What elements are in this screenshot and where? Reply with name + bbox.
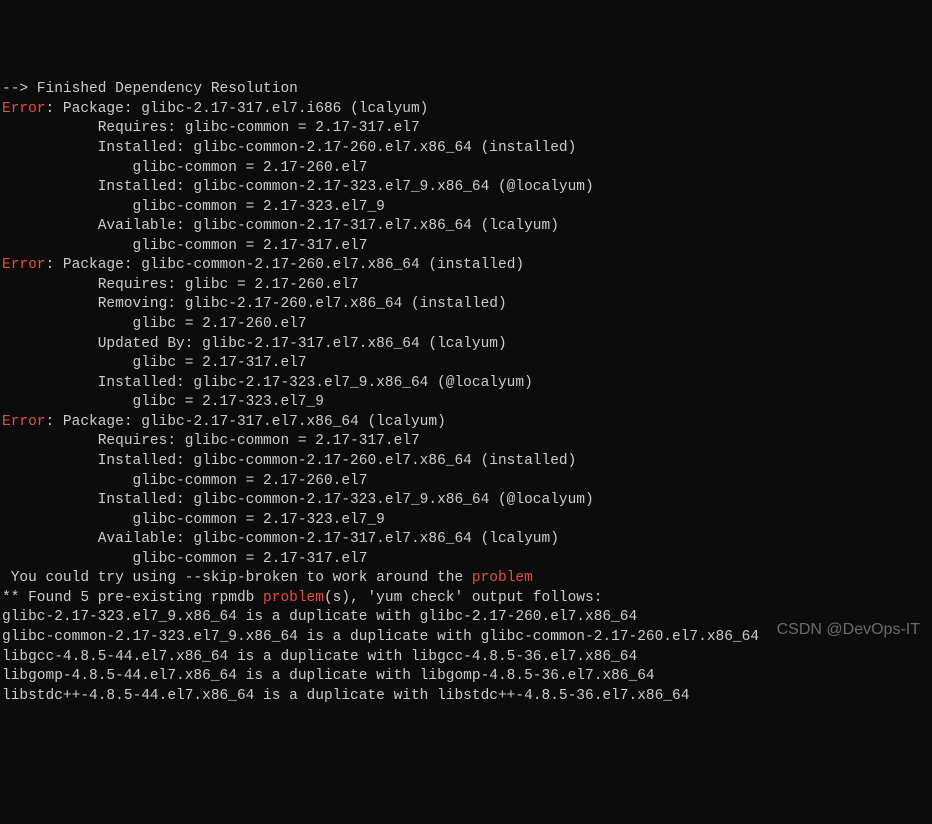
terminal-text-segment: glibc-common = 2.17-317.el7 xyxy=(2,551,367,567)
terminal-line: glibc-common = 2.17-260.el7 xyxy=(2,159,930,179)
terminal-line: glibc-common = 2.17-317.el7 xyxy=(2,550,930,570)
terminal-line: Installed: glibc-2.17-323.el7_9.x86_64 (… xyxy=(2,374,930,394)
terminal-line: Installed: glibc-common-2.17-323.el7_9.x… xyxy=(2,491,930,511)
terminal-text-segment: glibc-common = 2.17-260.el7 xyxy=(2,160,367,176)
terminal-text-segment: Updated By: glibc-2.17-317.el7.x86_64 (l… xyxy=(2,336,507,352)
terminal-text-segment: glibc-2.17-323.el7_9.x86_64 is a duplica… xyxy=(2,609,637,625)
terminal-text-segment: --> Finished Dependency Resolution xyxy=(2,81,298,97)
terminal-line: --> Finished Dependency Resolution xyxy=(2,80,930,100)
terminal-line: You could try using --skip-broken to wor… xyxy=(2,569,930,589)
terminal-text-segment: Installed: glibc-common-2.17-260.el7.x86… xyxy=(2,453,576,469)
terminal-text-segment: glibc-common-2.17-323.el7_9.x86_64 is a … xyxy=(2,629,759,645)
terminal-line: ** Found 5 pre-existing rpmdb problem(s)… xyxy=(2,589,930,609)
terminal-line: libgomp-4.8.5-44.el7.x86_64 is a duplica… xyxy=(2,667,930,687)
terminal-text-segment: glibc-common = 2.17-317.el7 xyxy=(2,238,367,254)
terminal-line: glibc-common = 2.17-317.el7 xyxy=(2,237,930,257)
terminal-output: --> Finished Dependency Resolution Error:… xyxy=(2,80,930,706)
terminal-text-segment: glibc = 2.17-323.el7_9 xyxy=(2,394,324,410)
terminal-text-segment: libgomp-4.8.5-44.el7.x86_64 is a duplica… xyxy=(2,668,655,684)
terminal-text-segment: You could try using --skip-broken to wor… xyxy=(2,570,472,586)
terminal-line: Installed: glibc-common-2.17-323.el7_9.x… xyxy=(2,178,930,198)
terminal-text-segment: Error xyxy=(2,414,46,430)
terminal-text-segment: problem xyxy=(472,570,533,586)
terminal-line: glibc-common = 2.17-323.el7_9 xyxy=(2,198,930,218)
terminal-line: Available: glibc-common-2.17-317.el7.x86… xyxy=(2,217,930,237)
terminal-text-segment: Available: glibc-common-2.17-317.el7.x86… xyxy=(2,218,559,234)
terminal-text-segment: Requires: glibc-common = 2.17-317.el7 xyxy=(2,433,420,449)
terminal-line: Updated By: glibc-2.17-317.el7.x86_64 (l… xyxy=(2,335,930,355)
terminal-line: Removing: glibc-2.17-260.el7.x86_64 (ins… xyxy=(2,295,930,315)
terminal-text-segment: Installed: glibc-2.17-323.el7_9.x86_64 (… xyxy=(2,375,533,391)
terminal-text-segment: glibc = 2.17-317.el7 xyxy=(2,355,307,371)
terminal-line: glibc = 2.17-323.el7_9 xyxy=(2,393,930,413)
terminal-text-segment: Error xyxy=(2,257,46,273)
terminal-text-segment: Installed: glibc-common-2.17-323.el7_9.x… xyxy=(2,179,594,195)
terminal-line: Error: Package: glibc-common-2.17-260.el… xyxy=(2,256,930,276)
terminal-text-segment: Available: glibc-common-2.17-317.el7.x86… xyxy=(2,531,559,547)
terminal-text-segment: ** Found 5 pre-existing rpmdb xyxy=(2,590,263,606)
terminal-text-segment: libstdc++-4.8.5-44.el7.x86_64 is a dupli… xyxy=(2,688,689,704)
terminal-text-segment: Requires: glibc-common = 2.17-317.el7 xyxy=(2,120,420,136)
terminal-text-segment: problem xyxy=(263,590,324,606)
terminal-line: glibc = 2.17-260.el7 xyxy=(2,315,930,335)
terminal-text-segment: glibc = 2.17-260.el7 xyxy=(2,316,307,332)
terminal-line: Available: glibc-common-2.17-317.el7.x86… xyxy=(2,530,930,550)
terminal-text-segment: glibc-common = 2.17-323.el7_9 xyxy=(2,512,385,528)
terminal-line: Error: Package: glibc-2.17-317.el7.x86_6… xyxy=(2,413,930,433)
terminal-text-segment: Installed: glibc-common-2.17-323.el7_9.x… xyxy=(2,492,594,508)
terminal-text-segment: glibc-common = 2.17-260.el7 xyxy=(2,473,367,489)
terminal-text-segment: (s), 'yum check' output follows: xyxy=(324,590,602,606)
watermark-text: CSDN @DevOps-IT xyxy=(777,619,920,641)
terminal-line: Error: Package: glibc-2.17-317.el7.i686 … xyxy=(2,100,930,120)
terminal-text-segment: Requires: glibc = 2.17-260.el7 xyxy=(2,277,359,293)
terminal-line: libgcc-4.8.5-44.el7.x86_64 is a duplicat… xyxy=(2,648,930,668)
terminal-text-segment: Removing: glibc-2.17-260.el7.x86_64 (ins… xyxy=(2,296,507,312)
terminal-text-segment: Error xyxy=(2,101,46,117)
terminal-line: Installed: glibc-common-2.17-260.el7.x86… xyxy=(2,139,930,159)
terminal-line: libstdc++-4.8.5-44.el7.x86_64 is a dupli… xyxy=(2,687,930,707)
terminal-line: glibc-common = 2.17-323.el7_9 xyxy=(2,511,930,531)
terminal-text-segment: glibc-common = 2.17-323.el7_9 xyxy=(2,199,385,215)
terminal-line: glibc-common = 2.17-260.el7 xyxy=(2,472,930,492)
terminal-line: glibc = 2.17-317.el7 xyxy=(2,354,930,374)
terminal-text-segment: : Package: glibc-2.17-317.el7.i686 (lcal… xyxy=(46,101,429,117)
terminal-text-segment: : Package: glibc-2.17-317.el7.x86_64 (lc… xyxy=(46,414,446,430)
terminal-line: Requires: glibc = 2.17-260.el7 xyxy=(2,276,930,296)
terminal-line: Installed: glibc-common-2.17-260.el7.x86… xyxy=(2,452,930,472)
terminal-text-segment: Installed: glibc-common-2.17-260.el7.x86… xyxy=(2,140,576,156)
terminal-line: Requires: glibc-common = 2.17-317.el7 xyxy=(2,432,930,452)
terminal-text-segment: : Package: glibc-common-2.17-260.el7.x86… xyxy=(46,257,525,273)
terminal-line: Requires: glibc-common = 2.17-317.el7 xyxy=(2,119,930,139)
